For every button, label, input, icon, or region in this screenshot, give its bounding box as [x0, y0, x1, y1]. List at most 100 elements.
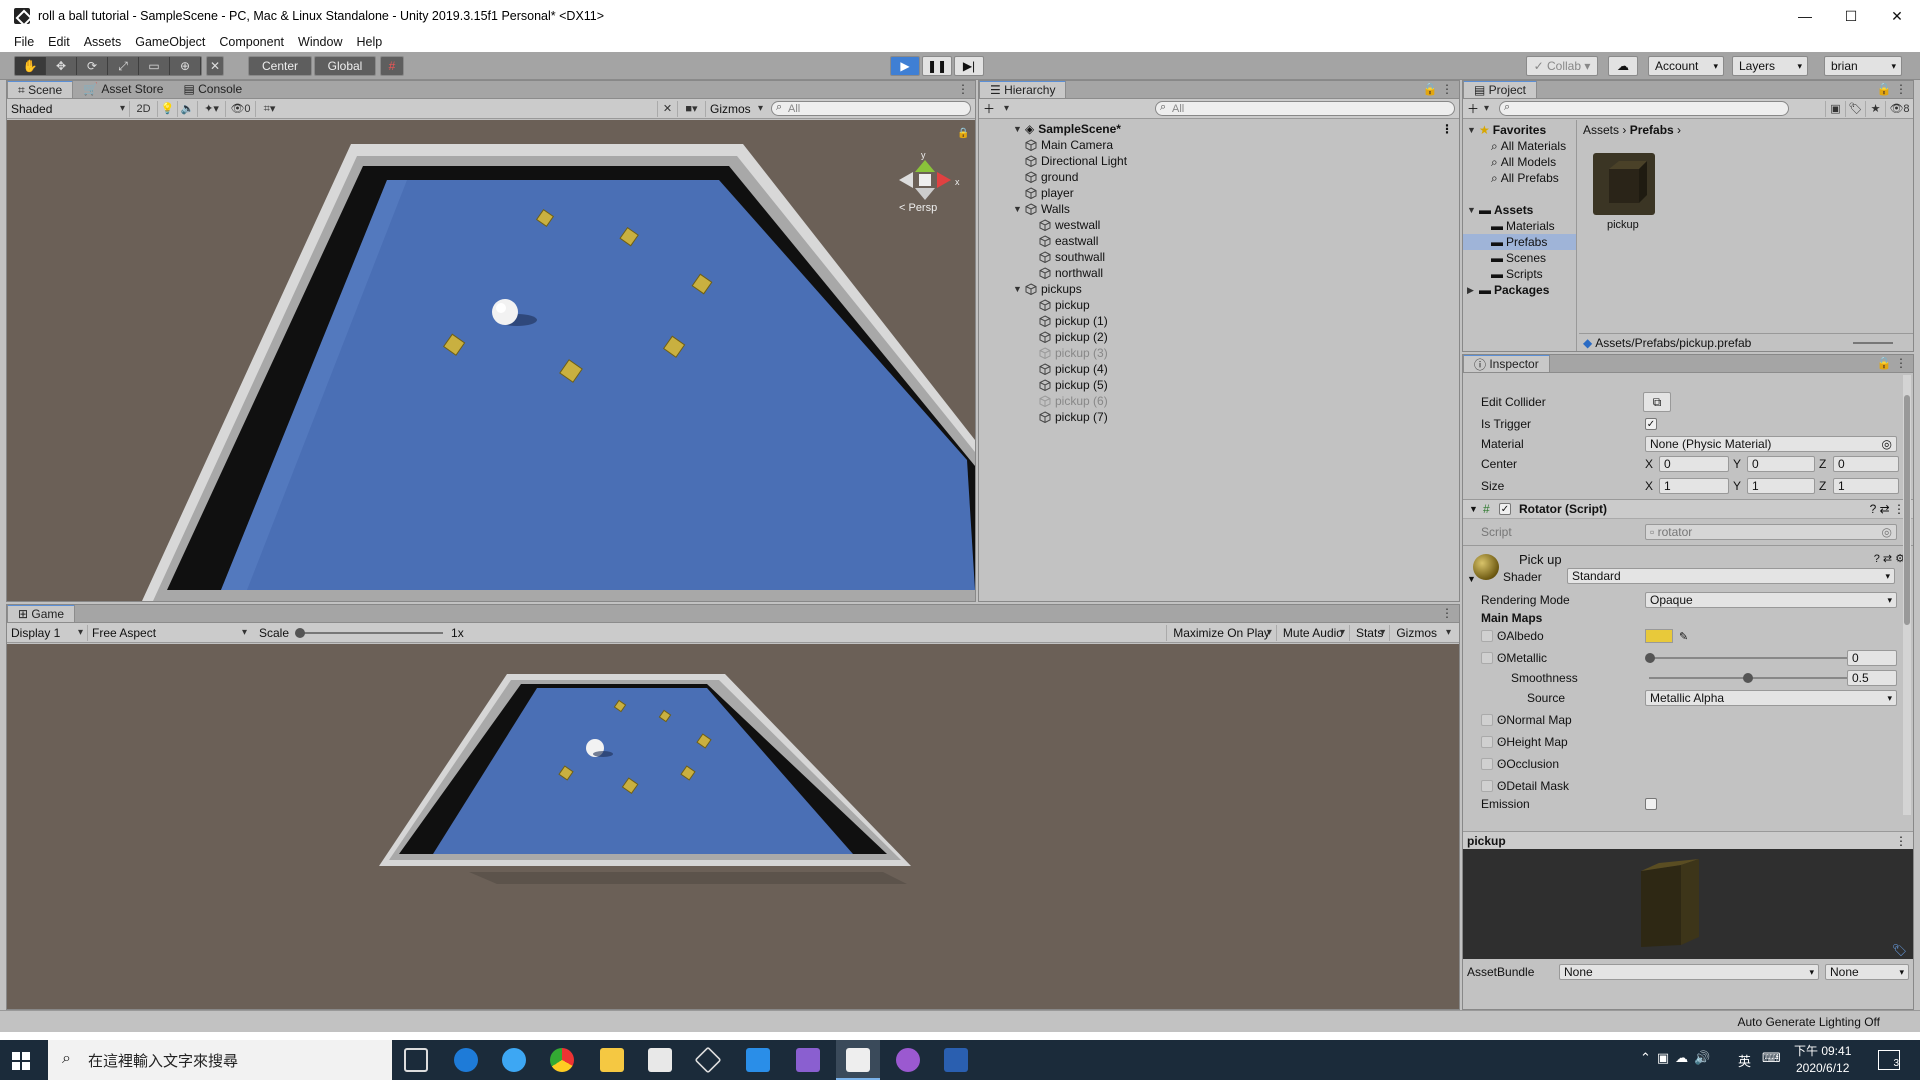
hierarchy-item[interactable]: pickup (2) — [979, 329, 1459, 345]
unity-editor-taskbar-item[interactable] — [836, 1040, 880, 1080]
smoothness-slider-thumb[interactable] — [1743, 673, 1753, 683]
menu-help[interactable]: Help — [356, 35, 382, 49]
tab-hierarchy[interactable]: ☰ Hierarchy — [979, 81, 1067, 98]
hierarchy-item[interactable]: ▼ Walls — [979, 201, 1459, 217]
more-options-icon[interactable]: ⋮ — [1441, 606, 1453, 620]
stats-toggle[interactable]: Stats — [1348, 624, 1389, 641]
rotate-tool-icon[interactable]: ⟳ — [77, 57, 108, 75]
detail-mask-slot[interactable] — [1481, 780, 1493, 792]
menu-component[interactable]: Component — [219, 35, 284, 49]
folder-scenes[interactable]: ▬ Scenes — [1463, 250, 1576, 266]
favorites-row[interactable]: ▼ ★ Favorites — [1463, 122, 1576, 138]
search-by-label-icon[interactable]: 🏷 — [1845, 100, 1865, 117]
center-y-input[interactable]: 0 — [1747, 456, 1815, 472]
camera-settings-icon[interactable]: ■▾ — [677, 100, 705, 117]
tab-game[interactable]: ⊞ Game — [7, 605, 76, 622]
smoothness-input[interactable]: 0.5 — [1847, 670, 1897, 686]
scene-options-icon[interactable]: ⋮ — [1441, 122, 1453, 136]
unity-hub-icon[interactable] — [694, 1046, 722, 1074]
hierarchy-item[interactable]: pickup — [979, 297, 1459, 313]
breadcrumb-prefabs[interactable]: Prefabs — [1630, 123, 1674, 137]
tools-icon[interactable]: ✕ — [657, 100, 677, 117]
play-button[interactable]: ▶ — [890, 56, 920, 76]
albedo-texture-slot[interactable] — [1481, 630, 1493, 642]
folder-materials[interactable]: ▬ Materials — [1463, 218, 1576, 234]
hierarchy-item[interactable]: pickup (1) — [979, 313, 1459, 329]
minimize-button[interactable]: — — [1782, 0, 1828, 32]
scene-root-row[interactable]: ▼ ◈ SampleScene* ⋮ — [979, 121, 1459, 137]
rect-tool-icon[interactable]: ▭ — [139, 57, 170, 75]
lock-icon[interactable]: 🔒 ⋮ — [1877, 356, 1907, 370]
hidden-objects-toggle[interactable]: 👁 0 — [225, 100, 255, 117]
rendering-mode-dropdown[interactable]: Opaque ▾ — [1645, 592, 1897, 608]
app-icon[interactable] — [896, 1048, 920, 1072]
asset-preview[interactable]: 🏷 — [1463, 849, 1913, 959]
hierarchy-item[interactable]: pickup (6) — [979, 393, 1459, 409]
fav-all-models[interactable]: ⌕ All Models — [1463, 154, 1576, 170]
shader-dropdown[interactable]: Standard ▾ — [1567, 568, 1895, 584]
hierarchy-item[interactable]: southwall — [979, 249, 1459, 265]
edit-collider-button[interactable]: ⧉ — [1643, 392, 1671, 412]
collab-button[interactable]: ✓ Collab ▾ — [1526, 56, 1598, 76]
display-dropdown[interactable]: Display 1 — [7, 625, 87, 641]
edge-browser-icon[interactable] — [454, 1048, 478, 1072]
hierarchy-item[interactable]: Main Camera — [979, 137, 1459, 153]
hierarchy-item[interactable]: pickup (5) — [979, 377, 1459, 393]
gizmos-dropdown[interactable]: Gizmos — [705, 100, 767, 117]
notification-icon[interactable]: 3 — [1878, 1050, 1900, 1070]
windows-start-icon[interactable] — [12, 1052, 30, 1070]
emission-checkbox[interactable] — [1645, 798, 1657, 810]
lighting-toggle-icon[interactable]: 💡 — [157, 100, 177, 117]
persp-label[interactable]: < Persp — [899, 202, 937, 214]
prefab-label[interactable]: pickup — [1607, 219, 1639, 231]
expand-arrow-icon[interactable]: ▼ — [1013, 204, 1025, 214]
task-view-icon[interactable] — [404, 1048, 428, 1072]
eyedropper-icon[interactable]: ✎ — [1679, 630, 1688, 643]
audio-toggle-icon[interactable]: 🔈 — [177, 100, 197, 117]
taskbar-search-input[interactable]: ⌕ 在這裡輸入文字來搜尋 — [48, 1040, 392, 1080]
layout-dropdown[interactable]: brian ▾ — [1824, 56, 1902, 76]
occlusion-slot[interactable] — [1481, 758, 1493, 770]
menu-gameobject[interactable]: GameObject — [135, 35, 205, 49]
center-z-input[interactable]: 0 — [1833, 456, 1899, 472]
lock-icon[interactable]: 🔒 — [957, 128, 969, 139]
snap-icon[interactable]: # — [380, 56, 404, 76]
center-x-input[interactable]: 0 — [1659, 456, 1729, 472]
tab-scene[interactable]: ⌗ Scene — [7, 81, 74, 98]
folder-prefabs[interactable]: ▬ Prefabs — [1463, 234, 1576, 250]
visual-studio-icon[interactable] — [796, 1048, 820, 1072]
hierarchy-item[interactable]: pickup (4) — [979, 361, 1459, 377]
assetbundle-dropdown[interactable]: None ▾ — [1559, 964, 1819, 980]
hierarchy-item[interactable]: Directional Light — [979, 153, 1459, 169]
size-x-input[interactable]: 1 — [1659, 478, 1729, 494]
assets-folder-row[interactable]: ▼ ▬ Assets — [1463, 202, 1576, 218]
vscode-icon[interactable] — [746, 1048, 770, 1072]
file-explorer-icon[interactable] — [600, 1048, 624, 1072]
metallic-slider-thumb[interactable] — [1645, 653, 1655, 663]
hierarchy-item[interactable]: ground — [979, 169, 1459, 185]
component-menu-icon[interactable]: ? ⇄ ⋮ — [1870, 502, 1905, 516]
favorite-icon[interactable]: ★ — [1865, 100, 1885, 117]
source-dropdown[interactable]: Metallic Alpha ▾ — [1645, 690, 1897, 706]
hierarchy-item[interactable]: pickup (7) — [979, 409, 1459, 425]
fav-all-materials[interactable]: ⌕ All Materials — [1463, 138, 1576, 154]
create-asset-button[interactable]: ＋ — [1463, 101, 1493, 117]
keyboard-icon[interactable]: ⌨ — [1762, 1050, 1781, 1066]
step-button[interactable]: ▶| — [954, 56, 984, 76]
hierarchy-item[interactable]: northwall — [979, 265, 1459, 281]
taskbar-clock[interactable]: 下午 09:41 2020/6/12 — [1794, 1043, 1851, 1077]
menu-window[interactable]: Window — [298, 35, 342, 49]
inspector-scrollbar[interactable] — [1903, 375, 1911, 815]
scale-slider-thumb[interactable] — [295, 627, 306, 638]
scene-viewport[interactable]: y x < Persp 🔒 — [7, 120, 975, 601]
create-button[interactable]: ＋ — [979, 101, 1013, 117]
move-tool-icon[interactable]: ✥ — [46, 57, 77, 75]
chrome-icon[interactable] — [550, 1048, 574, 1072]
2d-toggle[interactable]: 2D — [129, 100, 157, 117]
albedo-color-swatch[interactable] — [1645, 629, 1673, 643]
tab-project[interactable]: ▤ Project — [1463, 81, 1538, 98]
expand-arrow-icon[interactable]: ▼ — [1013, 284, 1025, 294]
project-search-input[interactable] — [1499, 101, 1789, 116]
folder-scripts[interactable]: ▬ Scripts — [1463, 266, 1576, 282]
material-field[interactable]: None (Physic Material) ◎ — [1645, 436, 1897, 452]
